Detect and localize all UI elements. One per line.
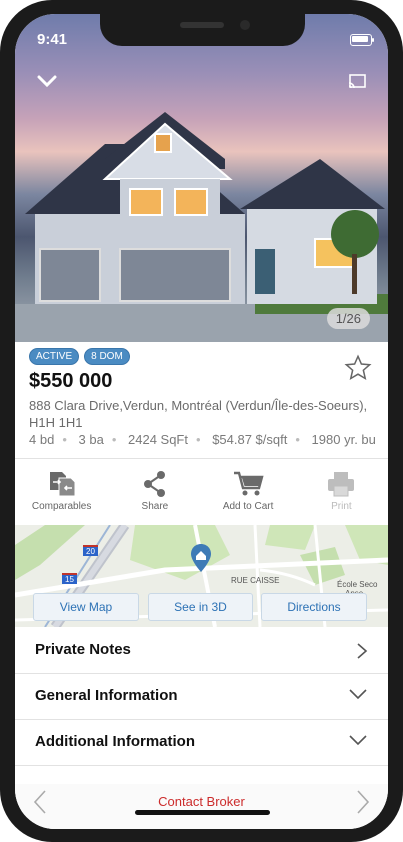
share-icon — [143, 471, 165, 497]
next-arrow-icon[interactable] — [356, 789, 370, 815]
print-label: Print — [331, 501, 352, 512]
divider — [15, 458, 388, 459]
map-pin-icon — [191, 544, 211, 572]
add-to-cart-button[interactable]: Add to Cart — [202, 466, 295, 524]
action-bar: Comparables Share Add to Cart Print — [15, 466, 388, 524]
status-badge-dom: 8 DOM — [84, 348, 130, 365]
listing-photo[interactable]: 1/26 — [15, 14, 388, 342]
battery-icon — [350, 34, 374, 46]
home-indicator — [135, 810, 270, 815]
listing-address: 888 Clara Drive,Verdun, Montréal (Verdun… — [29, 398, 368, 430]
contact-broker-button[interactable]: Contact Broker — [15, 794, 388, 809]
add-to-cart-label: Add to Cart — [222, 501, 274, 512]
route-15-sign: 15 — [62, 573, 77, 584]
spec-year-built: 1980 yr. bu — [311, 432, 376, 447]
private-notes-row[interactable]: Private Notes — [15, 628, 388, 674]
view-map-button[interactable]: View Map — [33, 593, 139, 621]
map-preview[interactable]: 20 15 RUE CAISSE École Seco Anse View Ma… — [15, 525, 388, 627]
see-in-3d-button[interactable]: See in 3D — [148, 593, 253, 621]
street-label: RUE CAISSE — [231, 576, 280, 585]
general-information-row[interactable]: General Information — [15, 674, 388, 720]
collapse-chevron-icon[interactable] — [37, 74, 57, 88]
photo-counter: 1/26 — [326, 308, 370, 329]
device-frame: 9:41 1/26 ACTIVE 8 DOM $550 000 888 Clar… — [0, 0, 403, 842]
screen: 9:41 1/26 ACTIVE 8 DOM $550 000 888 Clar… — [15, 14, 388, 829]
bottom-bar: Contact Broker — [15, 784, 388, 829]
status-badges: ACTIVE 8 DOM — [29, 348, 130, 365]
comparables-label: Comparables — [31, 501, 92, 512]
status-badge-active: ACTIVE — [29, 348, 80, 365]
chevron-right-icon — [357, 643, 368, 659]
notch — [100, 14, 305, 46]
spec-bathrooms: 3 ba — [78, 432, 104, 447]
school-label: École Seco — [337, 580, 378, 589]
print-button[interactable]: Print — [295, 466, 388, 524]
house-photo — [15, 112, 388, 342]
additional-information-title: Additional Information — [35, 733, 195, 750]
spec-bedrooms: 4 bd — [29, 432, 55, 447]
spec-area: 2424 SqFt — [128, 432, 188, 447]
chevron-down-icon — [349, 735, 367, 746]
additional-information-row[interactable]: Additional Information — [15, 720, 388, 766]
favorite-star-icon[interactable] — [344, 354, 372, 382]
listing-price: $550 000 — [29, 370, 113, 392]
directions-button[interactable]: Directions — [261, 593, 367, 621]
comparables-icon — [49, 472, 76, 497]
share-button[interactable]: Share — [108, 466, 201, 524]
general-information-title: General Information — [35, 687, 178, 704]
private-notes-title: Private Notes — [35, 641, 131, 658]
comparables-button[interactable]: Comparables — [15, 466, 108, 524]
print-icon — [328, 472, 355, 497]
spec-price-per-sqft: $54.87 $/sqft — [212, 432, 288, 447]
route-20-sign: 20 — [83, 545, 98, 556]
cast-icon[interactable] — [348, 74, 366, 90]
status-time: 9:41 — [37, 31, 68, 48]
chevron-down-icon — [349, 689, 367, 700]
share-label: Share — [141, 501, 169, 512]
listing-specs: 4 bd • 3 ba • 2424 SqFt • $54.87 $/sqft • 19… — [29, 432, 376, 447]
cart-icon — [234, 471, 264, 496]
